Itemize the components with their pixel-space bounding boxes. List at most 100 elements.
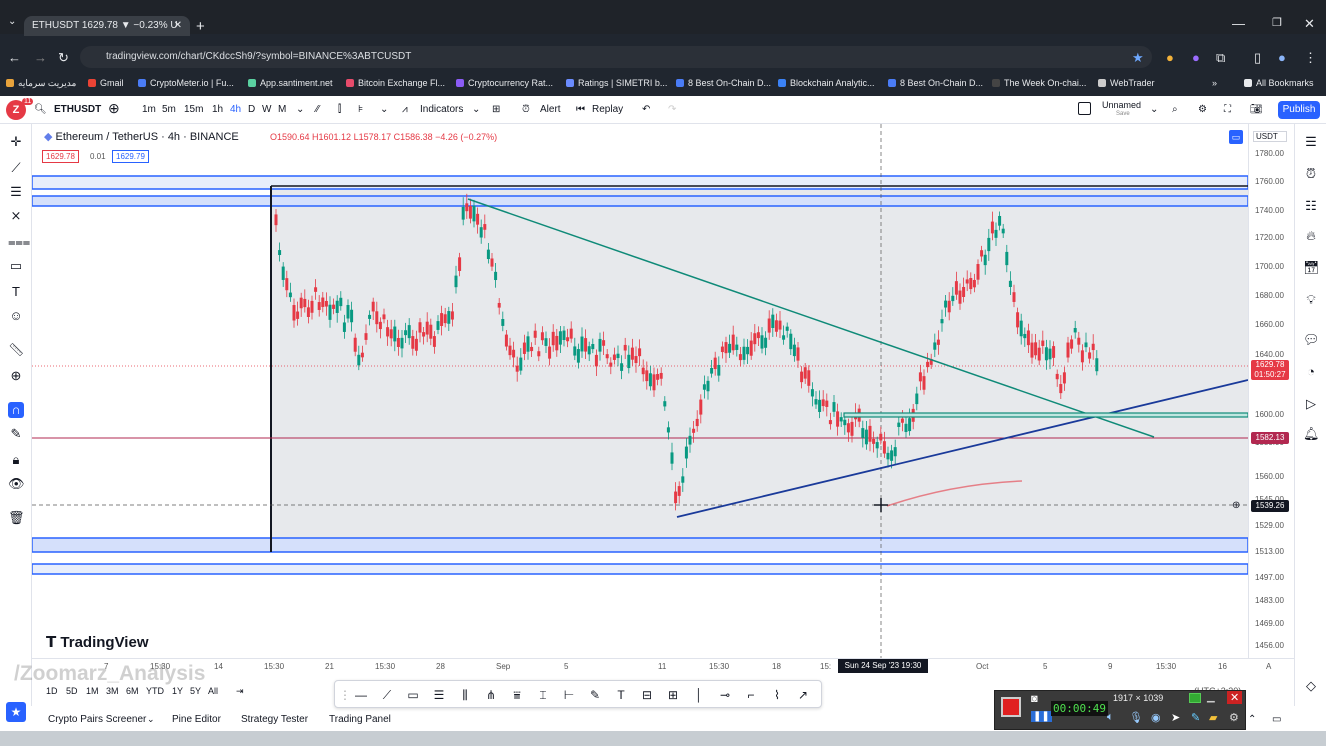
more-bookmarks-icon[interactable]: »	[1212, 78, 1217, 88]
quick-search-icon[interactable]: ⌕	[1172, 104, 1178, 115]
settings-gear-icon[interactable]: ⚙	[1198, 104, 1207, 115]
alert-button[interactable]: Alert	[540, 104, 561, 115]
forecast-icon[interactable]: ⩶	[8, 234, 30, 250]
bookmark-item[interactable]: CryptoMeter.io | Fu...	[138, 78, 234, 88]
ideas-icon[interactable]: 💡︎	[1303, 292, 1319, 308]
pattern-icon[interactable]: ⨯	[8, 208, 24, 224]
tab-pine-editor[interactable]: Pine Editor	[172, 714, 221, 725]
crosshair-icon[interactable]: ✛	[8, 134, 24, 150]
rectangle-icon[interactable]: ▭	[405, 687, 421, 703]
chart-toggle-icon[interactable]: ▭	[1229, 130, 1243, 144]
fib-channel-icon[interactable]: ⩸	[509, 687, 525, 703]
redo-icon[interactable]: ↷	[668, 104, 676, 115]
bookmark-item[interactable]: 8 Best On-Chain D...	[888, 78, 983, 88]
hotlists-icon[interactable]: 🔥︎	[1303, 228, 1319, 244]
bookmark-item[interactable]: WebTrader	[1098, 78, 1155, 88]
streams-icon[interactable]: ◔	[1303, 364, 1319, 380]
minimize-icon[interactable]: —	[1232, 16, 1245, 31]
magnet-icon[interactable]: ∩	[8, 402, 24, 418]
bookmark-star-icon[interactable]: ★	[1132, 50, 1144, 66]
range-1m[interactable]: 1M	[86, 686, 99, 696]
minimize-icon[interactable]: ▁	[1207, 692, 1215, 703]
reload-icon[interactable]: ↻	[58, 50, 69, 66]
range-6m[interactable]: 6M	[126, 686, 139, 696]
bookmark-item[interactable]: Ratings | SIMETRI b...	[566, 78, 667, 88]
indicators-button[interactable]: Indicators	[420, 104, 463, 115]
bookmark-item[interactable]: Cryptocurrency Rat...	[456, 78, 553, 88]
interval-w[interactable]: W	[262, 104, 271, 115]
path-icon[interactable]: ⌐	[743, 687, 759, 703]
emoji-icon[interactable]: ☺	[8, 308, 24, 324]
collapse-panel-icon[interactable]: ⌃	[1248, 714, 1256, 725]
eye-icon[interactable]: 👁︎	[8, 476, 25, 492]
zoom-in-icon[interactable]: ⊕	[8, 368, 24, 384]
fib-retracement-icon[interactable]: ⫼	[457, 687, 473, 703]
tab-search-icon[interactable]: ⌄	[8, 16, 16, 27]
bookmark-item[interactable]: App.santiment.net	[248, 78, 333, 88]
close-window-icon[interactable]: ✕	[1304, 16, 1315, 32]
interval-4h[interactable]: 4h	[230, 104, 241, 115]
bookmark-item[interactable]: مدیریت سرمایه	[6, 78, 76, 89]
chevron-down-icon[interactable]: ⌄	[472, 104, 480, 115]
chevron-down-icon[interactable]: ⌄	[296, 104, 304, 115]
forward-icon[interactable]: →	[34, 50, 47, 65]
currency-select[interactable]: USDT	[1253, 131, 1287, 142]
stay-drawing-icon[interactable]: ✎	[8, 426, 24, 442]
tab-trading-panel[interactable]: Trading Panel	[329, 714, 391, 725]
trend-line-icon[interactable]: ⟋	[379, 687, 395, 703]
sidepanel-icon[interactable]: ▯	[1254, 50, 1261, 66]
publish-button[interactable]: Publish	[1278, 101, 1320, 119]
play-icon[interactable]: ▷	[1303, 396, 1319, 412]
record-stop-button[interactable]	[1001, 697, 1021, 717]
ask-price[interactable]: 1629.79	[112, 150, 149, 163]
legend-title[interactable]: ◆ Ethereum / TetherUS · 4h · BINANCE	[44, 130, 239, 143]
interval-d[interactable]: D	[248, 104, 255, 115]
candles-icon[interactable]: ⫿	[338, 104, 341, 115]
price-chart[interactable]	[32, 124, 1248, 658]
auto-scale-toggle[interactable]: A	[1266, 662, 1271, 671]
range-1d[interactable]: 1D	[46, 686, 58, 696]
extension-icon[interactable]: ●	[1166, 50, 1174, 65]
webcam-icon[interactable]: ◉	[1151, 711, 1161, 724]
horizontal-ray-icon[interactable]: —	[353, 687, 369, 703]
pause-button[interactable]: ❚❚	[1031, 711, 1052, 722]
pen-icon[interactable]: ✎	[1191, 711, 1200, 724]
arrow-icon[interactable]: ↗	[795, 687, 811, 703]
polyline-icon[interactable]: ⌇	[769, 687, 785, 703]
chevron-down-icon[interactable]: ⌄	[1150, 104, 1158, 115]
long-position-icon[interactable]: ⊟	[639, 687, 655, 703]
templates-icon[interactable]: ⊞	[492, 104, 500, 115]
layers-icon[interactable]: ◇	[1303, 678, 1319, 694]
trash-icon[interactable]: 🗑︎	[8, 510, 25, 526]
maximize-panel-icon[interactable]: ▭	[1272, 714, 1281, 725]
vertical-line-icon[interactable]: │	[691, 687, 707, 703]
add-alert-icon[interactable]: ⊕	[1232, 500, 1240, 511]
profile-icon[interactable]: ●	[1278, 50, 1286, 65]
folder-icon[interactable]: ▰	[1209, 711, 1217, 724]
text-icon[interactable]: T	[613, 687, 629, 703]
indicators-icon[interactable]: ⩘	[402, 104, 408, 115]
brush-icon[interactable]: ✎	[587, 687, 603, 703]
window-mode-icon[interactable]	[1189, 693, 1201, 703]
chat-icon[interactable]: 💬︎	[1303, 332, 1320, 348]
chart-pane[interactable]	[32, 124, 1248, 658]
symbol-search-icon[interactable]: 🔍︎	[34, 104, 47, 115]
price-range-icon[interactable]: ⊢	[561, 687, 577, 703]
trend-line-icon[interactable]: ⟋	[8, 160, 24, 176]
range-5d[interactable]: 5D	[66, 686, 78, 696]
interval-m[interactable]: M	[278, 104, 286, 115]
maximize-icon[interactable]: ❐	[1272, 16, 1282, 29]
range-ytd[interactable]: YTD	[146, 686, 164, 696]
undo-icon[interactable]: ↶	[642, 104, 650, 115]
pitchfork-icon[interactable]: ⋔	[483, 687, 499, 703]
text-icon[interactable]: T	[8, 284, 24, 300]
range-3m[interactable]: 3M	[106, 686, 119, 696]
replay-button[interactable]: Replay	[592, 104, 623, 115]
time-axis[interactable]: 7 15:30 14 15:30 21 15:30 28 Sep 5 11 15:30 18 15: Oc…	[32, 658, 1294, 674]
interval-1h[interactable]: 1h	[212, 104, 223, 115]
extension-icon[interactable]: ●	[1192, 50, 1200, 65]
notifications-icon[interactable]: 🔔︎	[1303, 426, 1320, 442]
data-window-icon[interactable]: ☷	[1303, 198, 1319, 214]
price-scale[interactable]: USDT 1780.00 1760.00 1740.00 1720.00 1700.00…	[1248, 124, 1294, 658]
tab-close-icon[interactable]: ✕	[174, 16, 182, 36]
